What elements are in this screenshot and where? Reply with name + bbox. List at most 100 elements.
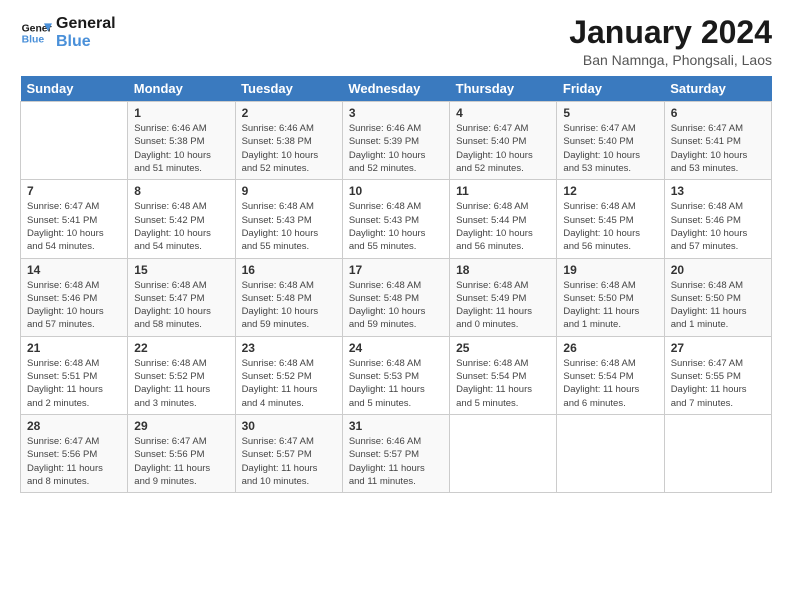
col-header-thursday: Thursday <box>450 76 557 102</box>
logo-icon: General Blue <box>20 17 52 49</box>
calendar-cell: 3 Sunrise: 6:46 AMSunset: 5:39 PMDaylight… <box>342 102 449 180</box>
calendar-cell: 28 Sunrise: 6:47 AMSunset: 5:56 PMDayligh… <box>21 414 128 492</box>
svg-text:Blue: Blue <box>22 34 45 45</box>
day-info: Sunrise: 6:47 AMSunset: 5:41 PMDaylight:… <box>671 122 765 175</box>
day-info: Sunrise: 6:48 AMSunset: 5:54 PMDaylight:… <box>563 357 657 410</box>
day-info: Sunrise: 6:48 AMSunset: 5:46 PMDaylight:… <box>27 279 121 332</box>
logo: General Blue General Blue <box>20 15 116 50</box>
day-info: Sunrise: 6:48 AMSunset: 5:49 PMDaylight:… <box>456 279 550 332</box>
calendar-cell: 15 Sunrise: 6:48 AMSunset: 5:47 PMDayligh… <box>128 258 235 336</box>
calendar-cell: 1 Sunrise: 6:46 AMSunset: 5:38 PMDaylight… <box>128 102 235 180</box>
week-row-5: 28 Sunrise: 6:47 AMSunset: 5:56 PMDayligh… <box>21 414 772 492</box>
day-info: Sunrise: 6:46 AMSunset: 5:38 PMDaylight:… <box>134 122 228 175</box>
logo-text-line2: Blue <box>56 33 116 51</box>
day-number: 5 <box>563 106 657 120</box>
calendar-cell <box>664 414 771 492</box>
day-number: 26 <box>563 341 657 355</box>
day-info: Sunrise: 6:48 AMSunset: 5:52 PMDaylight:… <box>242 357 336 410</box>
day-number: 2 <box>242 106 336 120</box>
main-title: January 2024 <box>569 15 772 50</box>
day-number: 7 <box>27 184 121 198</box>
day-number: 29 <box>134 419 228 433</box>
calendar-cell: 11Sunrise: 6:48 AMSunset: 5:44 PMDayligh… <box>450 180 557 258</box>
day-number: 23 <box>242 341 336 355</box>
calendar-cell: 10 Sunrise: 6:48 AMSunset: 5:43 PMDayligh… <box>342 180 449 258</box>
col-header-tuesday: Tuesday <box>235 76 342 102</box>
day-info: Sunrise: 6:48 AMSunset: 5:48 PMDaylight:… <box>242 279 336 332</box>
day-info: Sunrise: 6:48 AMSunset: 5:43 PMDaylight:… <box>349 200 443 253</box>
calendar-cell: 9 Sunrise: 6:48 AMSunset: 5:43 PMDaylight… <box>235 180 342 258</box>
calendar-cell: 6 Sunrise: 6:47 AMSunset: 5:41 PMDaylight… <box>664 102 771 180</box>
calendar-cell: 2 Sunrise: 6:46 AMSunset: 5:38 PMDaylight… <box>235 102 342 180</box>
calendar-table: SundayMondayTuesdayWednesdayThursdayFrid… <box>20 76 772 493</box>
calendar-cell: 13Sunrise: 6:48 AMSunset: 5:46 PMDayligh… <box>664 180 771 258</box>
day-info: Sunrise: 6:48 AMSunset: 5:48 PMDaylight:… <box>349 279 443 332</box>
page: General Blue General Blue January 2024 B… <box>0 0 792 612</box>
day-info: Sunrise: 6:48 AMSunset: 5:46 PMDaylight:… <box>671 200 765 253</box>
day-info: Sunrise: 6:47 AMSunset: 5:56 PMDaylight:… <box>27 435 121 488</box>
day-number: 27 <box>671 341 765 355</box>
calendar-cell: 22 Sunrise: 6:48 AMSunset: 5:52 PMDayligh… <box>128 336 235 414</box>
day-number: 21 <box>27 341 121 355</box>
calendar-cell: 8 Sunrise: 6:48 AMSunset: 5:42 PMDaylight… <box>128 180 235 258</box>
day-info: Sunrise: 6:47 AMSunset: 5:57 PMDaylight:… <box>242 435 336 488</box>
day-info: Sunrise: 6:48 AMSunset: 5:50 PMDaylight:… <box>671 279 765 332</box>
calendar-cell: 5 Sunrise: 6:47 AMSunset: 5:40 PMDaylight… <box>557 102 664 180</box>
day-number: 9 <box>242 184 336 198</box>
calendar-cell: 25Sunrise: 6:48 AMSunset: 5:54 PMDayligh… <box>450 336 557 414</box>
day-number: 8 <box>134 184 228 198</box>
day-number: 20 <box>671 263 765 277</box>
day-number: 17 <box>349 263 443 277</box>
day-info: Sunrise: 6:48 AMSunset: 5:42 PMDaylight:… <box>134 200 228 253</box>
calendar-cell: 21 Sunrise: 6:48 AMSunset: 5:51 PMDayligh… <box>21 336 128 414</box>
day-number: 11 <box>456 184 550 198</box>
title-section: January 2024 Ban Namnga, Phongsali, Laos <box>569 15 772 68</box>
logo-text-line1: General <box>56 15 116 33</box>
day-info: Sunrise: 6:48 AMSunset: 5:52 PMDaylight:… <box>134 357 228 410</box>
week-row-2: 7 Sunrise: 6:47 AMSunset: 5:41 PMDaylight… <box>21 180 772 258</box>
day-info: Sunrise: 6:47 AMSunset: 5:40 PMDaylight:… <box>563 122 657 175</box>
day-info: Sunrise: 6:48 AMSunset: 5:51 PMDaylight:… <box>27 357 121 410</box>
calendar-cell: 30 Sunrise: 6:47 AMSunset: 5:57 PMDayligh… <box>235 414 342 492</box>
col-header-saturday: Saturday <box>664 76 771 102</box>
week-row-1: 1 Sunrise: 6:46 AMSunset: 5:38 PMDaylight… <box>21 102 772 180</box>
day-info: Sunrise: 6:48 AMSunset: 5:43 PMDaylight:… <box>242 200 336 253</box>
day-info: Sunrise: 6:48 AMSunset: 5:45 PMDaylight:… <box>563 200 657 253</box>
header: General Blue General Blue January 2024 B… <box>20 15 772 68</box>
day-number: 31 <box>349 419 443 433</box>
day-info: Sunrise: 6:48 AMSunset: 5:53 PMDaylight:… <box>349 357 443 410</box>
calendar-cell: 27 Sunrise: 6:47 AMSunset: 5:55 PMDayligh… <box>664 336 771 414</box>
day-number: 25 <box>456 341 550 355</box>
day-info: Sunrise: 6:48 AMSunset: 5:50 PMDaylight:… <box>563 279 657 332</box>
calendar-cell: 20 Sunrise: 6:48 AMSunset: 5:50 PMDayligh… <box>664 258 771 336</box>
day-number: 12 <box>563 184 657 198</box>
subtitle: Ban Namnga, Phongsali, Laos <box>569 52 772 68</box>
day-number: 15 <box>134 263 228 277</box>
day-info: Sunrise: 6:46 AMSunset: 5:39 PMDaylight:… <box>349 122 443 175</box>
day-number: 3 <box>349 106 443 120</box>
day-number: 24 <box>349 341 443 355</box>
calendar-cell: 26 Sunrise: 6:48 AMSunset: 5:54 PMDayligh… <box>557 336 664 414</box>
calendar-cell <box>21 102 128 180</box>
header-row: SundayMondayTuesdayWednesdayThursdayFrid… <box>21 76 772 102</box>
calendar-cell <box>557 414 664 492</box>
week-row-4: 21 Sunrise: 6:48 AMSunset: 5:51 PMDayligh… <box>21 336 772 414</box>
calendar-cell: 7 Sunrise: 6:47 AMSunset: 5:41 PMDaylight… <box>21 180 128 258</box>
day-number: 10 <box>349 184 443 198</box>
day-number: 1 <box>134 106 228 120</box>
calendar-cell: 18Sunrise: 6:48 AMSunset: 5:49 PMDayligh… <box>450 258 557 336</box>
day-number: 28 <box>27 419 121 433</box>
calendar-cell: 12 Sunrise: 6:48 AMSunset: 5:45 PMDayligh… <box>557 180 664 258</box>
day-info: Sunrise: 6:47 AMSunset: 5:56 PMDaylight:… <box>134 435 228 488</box>
day-info: Sunrise: 6:48 AMSunset: 5:47 PMDaylight:… <box>134 279 228 332</box>
day-number: 14 <box>27 263 121 277</box>
calendar-cell: 31Sunrise: 6:46 AMSunset: 5:57 PMDayligh… <box>342 414 449 492</box>
day-info: Sunrise: 6:47 AMSunset: 5:55 PMDaylight:… <box>671 357 765 410</box>
day-info: Sunrise: 6:47 AMSunset: 5:41 PMDaylight:… <box>27 200 121 253</box>
day-number: 6 <box>671 106 765 120</box>
col-header-wednesday: Wednesday <box>342 76 449 102</box>
day-number: 22 <box>134 341 228 355</box>
day-number: 30 <box>242 419 336 433</box>
day-number: 4 <box>456 106 550 120</box>
day-info: Sunrise: 6:46 AMSunset: 5:38 PMDaylight:… <box>242 122 336 175</box>
